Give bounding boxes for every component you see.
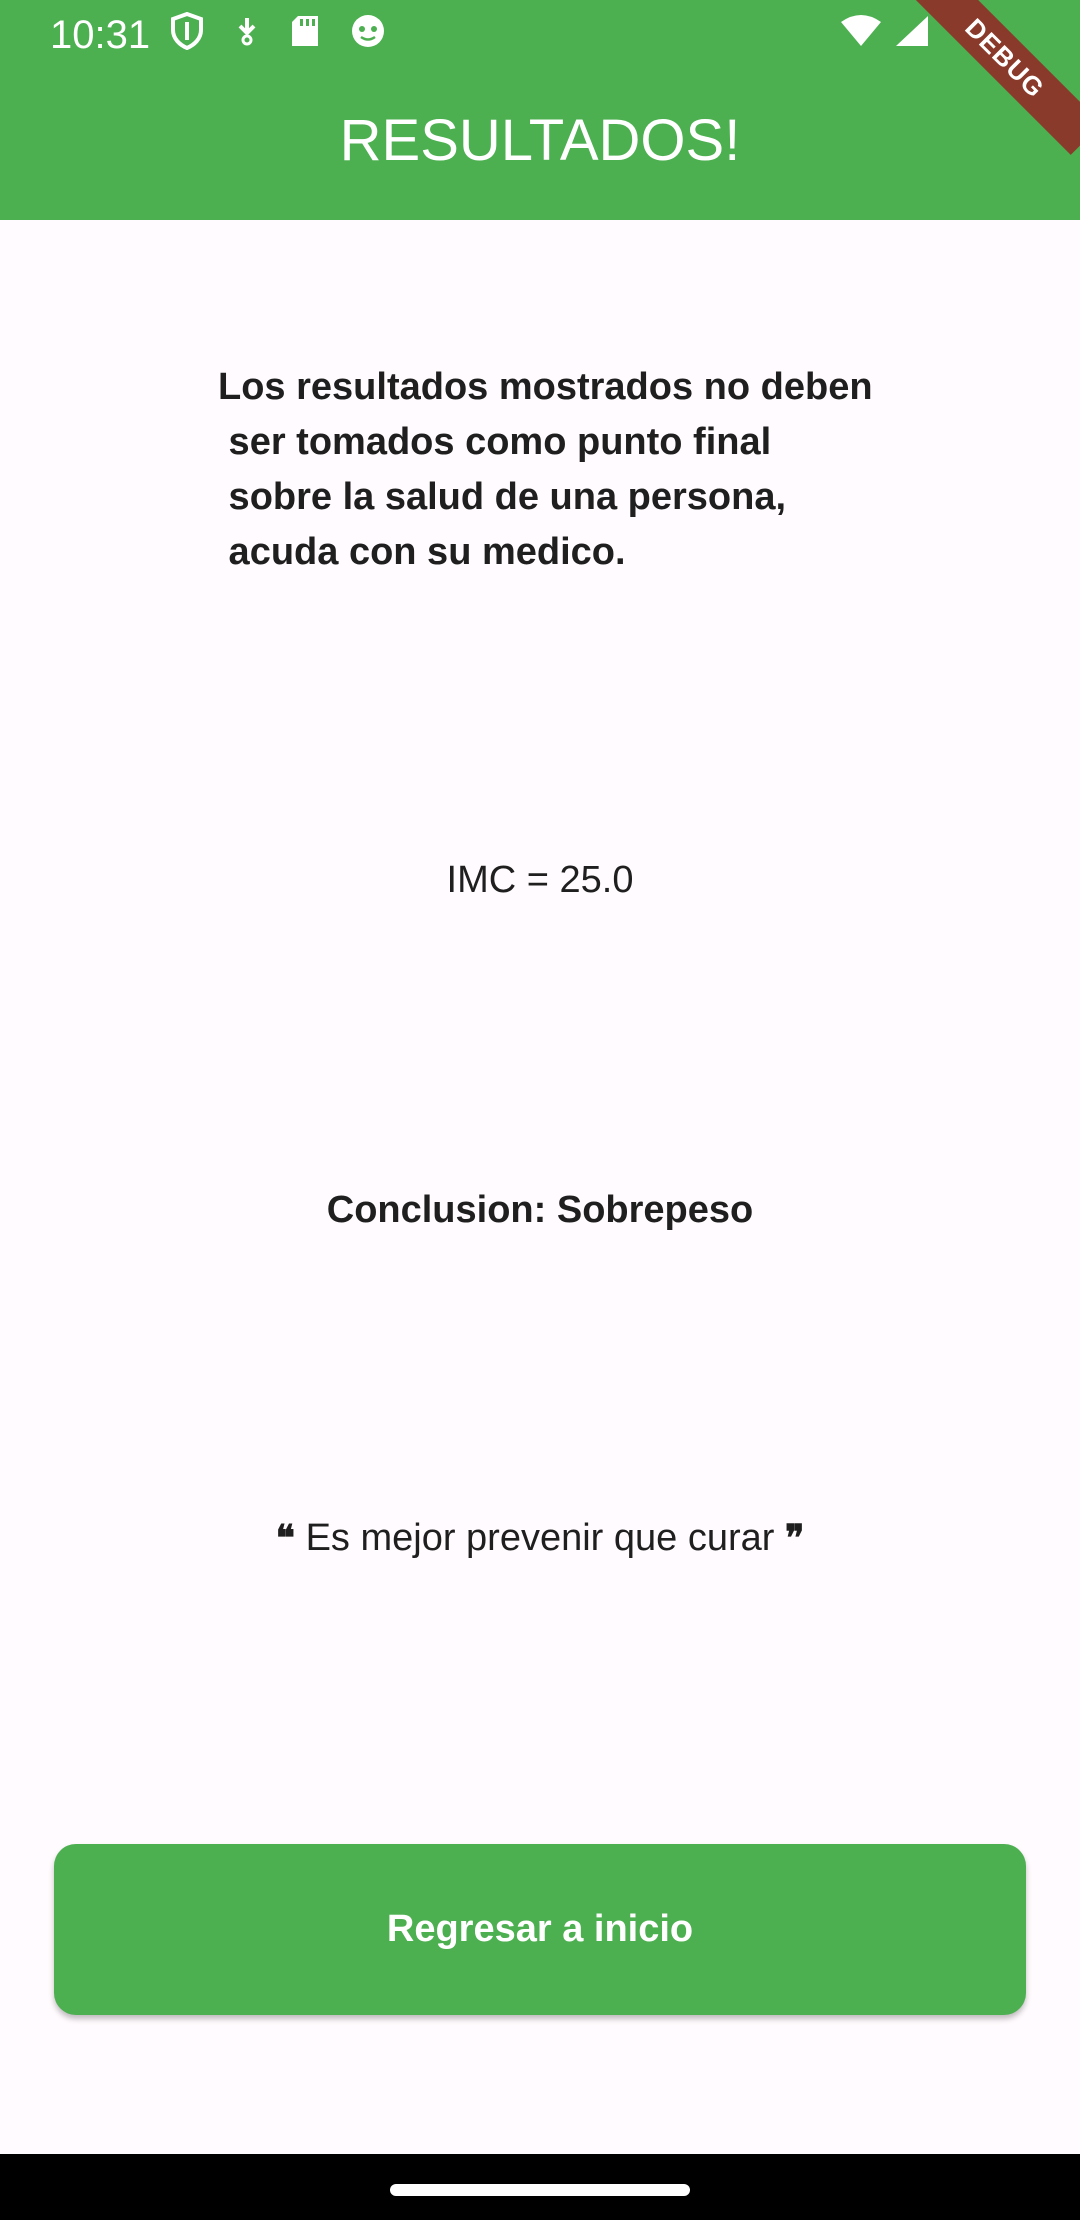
quote-open-icon: ❝ <box>275 1517 295 1558</box>
shield-icon <box>170 11 204 55</box>
disclaimer-text: Los resultados mostrados no deben ser to… <box>218 366 873 573</box>
back-to-home-button[interactable]: Regresar a inicio <box>54 1844 1026 2015</box>
sd-card-icon <box>290 14 320 53</box>
status-icons-right <box>840 14 930 53</box>
quote-text: Es mejor prevenir que curar <box>305 1517 775 1559</box>
quote-close-icon: ❞ <box>784 1517 805 1558</box>
app-bar: 10:31 RESULTADOS! DEBUG <box>0 0 1080 220</box>
page-title: RESULTADOS! <box>339 108 741 173</box>
quote: ❝ Es mejor prevenir que curar ❞ <box>0 1508 1080 1568</box>
status-icons-left <box>170 11 386 55</box>
download-icon <box>234 16 260 51</box>
wifi-icon <box>840 14 882 53</box>
signal-icon <box>894 14 930 53</box>
conclusion-text: Conclusion: Sobrepeso <box>326 1189 754 1231</box>
home-gesture-bar[interactable] <box>390 2184 690 2196</box>
imc-result: IMC = 25.0 <box>446 859 634 901</box>
android-icon <box>350 13 386 54</box>
status-time: 10:31 <box>50 13 151 57</box>
